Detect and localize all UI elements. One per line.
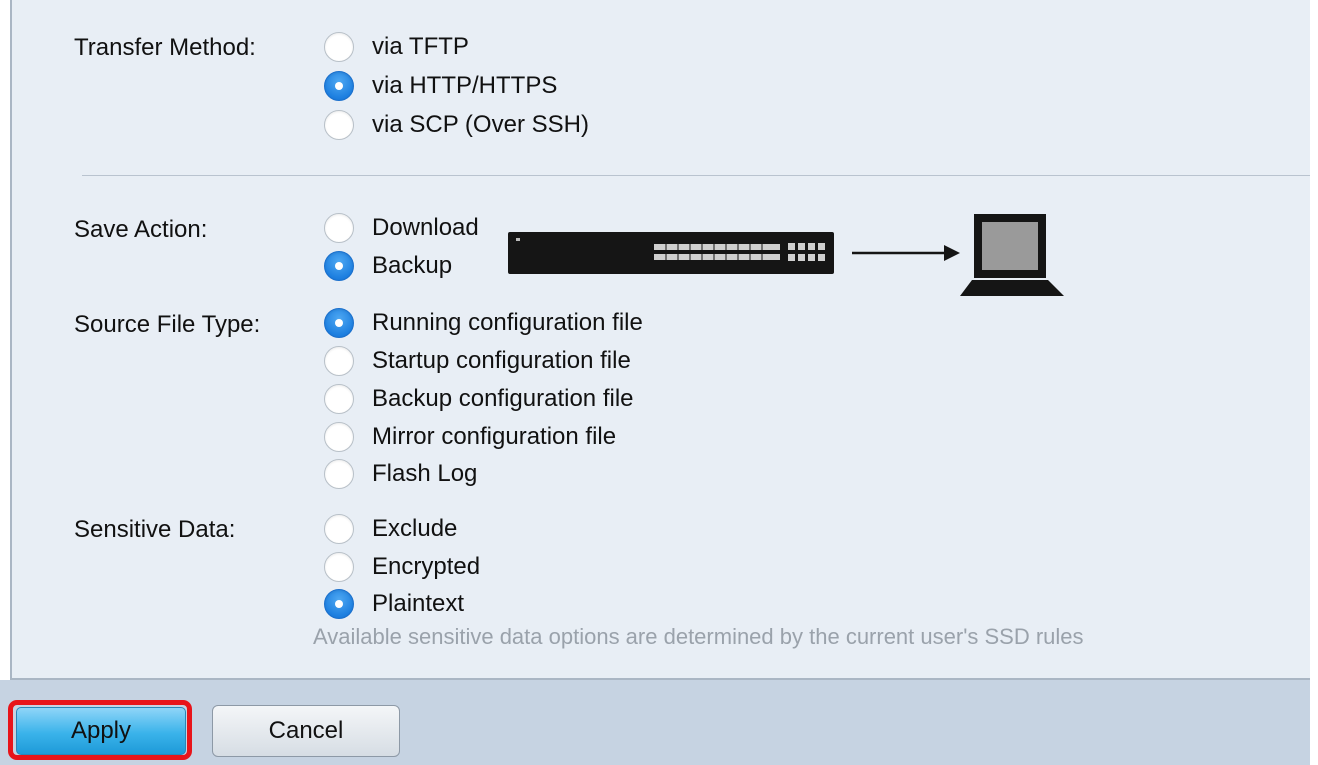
sensitive-plaintext-radio[interactable] (324, 589, 354, 619)
sensitive-data-hint: Available sensitive data options are det… (313, 624, 1084, 649)
source-mirror-config-option[interactable]: Mirror configuration file (324, 420, 616, 454)
button-bar (0, 680, 1310, 765)
source-running-config-label: Running configuration file (372, 309, 643, 336)
right-arrow-icon (852, 245, 960, 261)
sensitive-encrypted-label: Encrypted (372, 553, 481, 580)
settings-panel: Transfer Method: via TFTP via HTTP/HTTPS… (10, 0, 1318, 680)
source-mirror-config-radio[interactable] (324, 422, 354, 452)
window-right-edge (1310, 0, 1318, 765)
save-action-download-option[interactable]: Download (324, 211, 479, 245)
source-mirror-config-label: Mirror configuration file (372, 423, 617, 450)
sensitive-exclude-label: Exclude (372, 515, 458, 542)
network-switch-icon (508, 232, 834, 274)
apply-button[interactable]: Apply (16, 707, 186, 755)
save-action-backup-option[interactable]: Backup (324, 249, 452, 283)
transfer-method-http-label: via HTTP/HTTPS (372, 72, 558, 99)
sensitive-encrypted-option[interactable]: Encrypted (324, 550, 480, 584)
sensitive-plaintext-label: Plaintext (372, 590, 465, 617)
source-startup-config-label: Startup configuration file (372, 347, 631, 374)
sensitive-plaintext-option[interactable]: Plaintext (324, 587, 464, 621)
source-flash-log-radio[interactable] (324, 459, 354, 489)
sensitive-exclude-option[interactable]: Exclude (324, 512, 457, 546)
save-action-download-radio[interactable] (324, 213, 354, 243)
source-flash-log-option[interactable]: Flash Log (324, 457, 477, 491)
transfer-method-http-radio[interactable] (324, 71, 354, 101)
source-running-config-radio[interactable] (324, 308, 354, 338)
transfer-method-scp-radio[interactable] (324, 110, 354, 140)
source-startup-config-radio[interactable] (324, 346, 354, 376)
transfer-method-tftp-label: via TFTP (372, 33, 469, 60)
source-file-type-label: Source File Type: (74, 311, 261, 338)
transfer-method-http-option[interactable]: via HTTP/HTTPS (324, 69, 557, 103)
sensitive-data-label: Sensitive Data: (74, 516, 236, 543)
save-action-backup-label: Backup (372, 252, 453, 279)
laptop-icon (960, 214, 1064, 296)
section-divider (82, 175, 1318, 176)
transfer-method-label: Transfer Method: (74, 34, 256, 61)
cancel-button[interactable]: Cancel (212, 705, 400, 757)
source-backup-config-label: Backup configuration file (372, 385, 634, 412)
source-startup-config-option[interactable]: Startup configuration file (324, 344, 631, 378)
save-action-label: Save Action: (74, 216, 208, 243)
sensitive-exclude-radio[interactable] (324, 514, 354, 544)
source-backup-config-radio[interactable] (324, 384, 354, 414)
source-running-config-option[interactable]: Running configuration file (324, 306, 643, 340)
transfer-method-tftp-option[interactable]: via TFTP (324, 30, 469, 64)
transfer-method-scp-option[interactable]: via SCP (Over SSH) (324, 108, 589, 142)
sensitive-encrypted-radio[interactable] (324, 552, 354, 582)
save-action-download-label: Download (372, 214, 479, 241)
save-action-backup-radio[interactable] (324, 251, 354, 281)
transfer-method-tftp-radio[interactable] (324, 32, 354, 62)
source-backup-config-option[interactable]: Backup configuration file (324, 382, 634, 416)
source-flash-log-label: Flash Log (372, 460, 478, 487)
backup-diagram (508, 214, 1064, 296)
transfer-method-scp-label: via SCP (Over SSH) (372, 111, 589, 138)
